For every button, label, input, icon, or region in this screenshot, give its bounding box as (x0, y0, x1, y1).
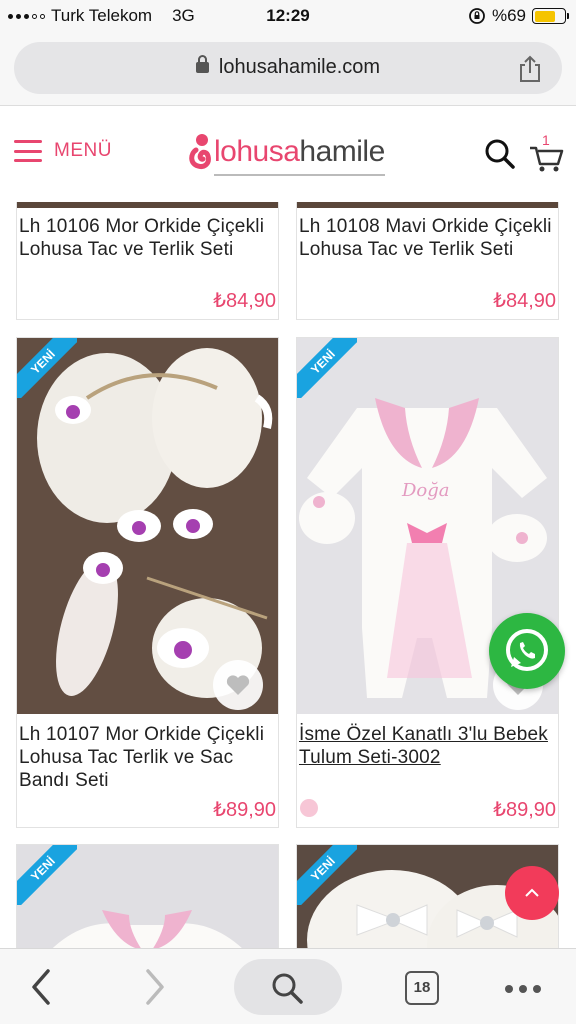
product-card[interactable]: Lh 10106 Mor Orkide Çiçekli Lohusa Tac v… (16, 202, 279, 320)
logo-mark-icon (189, 134, 211, 169)
orientation-lock-icon (469, 8, 485, 24)
browser-bottom-bar: 18 (0, 948, 576, 1024)
address-bar[interactable]: lohusahamile.com (14, 42, 562, 94)
product-image[interactable] (297, 202, 558, 208)
share-icon[interactable] (516, 54, 544, 84)
search-icon[interactable] (484, 138, 516, 170)
whatsapp-button[interactable] (489, 613, 565, 689)
product-card[interactable]: YENİ (16, 844, 279, 965)
product-price: ₺84,90 (493, 290, 556, 312)
cart-button[interactable]: 1 (528, 132, 564, 174)
product-card[interactable]: Lh 10108 Mavi Orkide Çiçekli Lohusa Tac … (296, 202, 559, 320)
product-card[interactable]: YENİ Lh 10107 Mor Orkide Çiçekli Lohusa … (16, 337, 279, 828)
color-swatch[interactable] (300, 799, 318, 817)
lock-icon (195, 55, 209, 73)
svg-text:Doğa: Doğa (401, 480, 450, 501)
favorite-button[interactable] (213, 660, 263, 710)
new-badge: YENİ (297, 338, 357, 398)
new-badge: YENİ (297, 845, 357, 905)
url-text: lohusahamile.com (218, 56, 381, 78)
browser-toolbar: lohusahamile.com (0, 32, 576, 106)
battery-icon (532, 8, 569, 24)
new-badge: YENİ (17, 845, 77, 905)
hamburger-icon (14, 140, 42, 162)
product-price: ₺89,90 (493, 799, 556, 821)
tabs-button[interactable]: 18 (405, 971, 439, 1005)
product-title[interactable]: Lh 10108 Mavi Orkide Çiçekli Lohusa Tac … (299, 215, 558, 261)
forward-icon[interactable] (142, 967, 168, 1007)
back-icon[interactable] (28, 967, 54, 1007)
product-image[interactable] (17, 202, 278, 208)
logo-underline (214, 174, 385, 176)
chevron-up-icon (525, 888, 539, 897)
product-price: ₺84,90 (213, 290, 276, 312)
whatsapp-icon (506, 629, 548, 671)
product-title[interactable]: İsme Özel Kanatlı 3'lu Bebek Tulum Seti-… (299, 723, 558, 769)
product-image[interactable]: YENİ (17, 845, 278, 965)
heart-icon (226, 675, 250, 695)
printed-name-text: Doğa (401, 480, 450, 501)
cart-count-badge: 1 (542, 132, 550, 148)
more-menu-icon[interactable] (505, 985, 541, 993)
new-badge: YENİ (17, 338, 77, 398)
product-image[interactable]: YENİ (17, 338, 278, 714)
site-logo[interactable]: lohusahamile (188, 132, 385, 176)
battery-percent: %69 (491, 6, 526, 25)
product-card[interactable]: Doğa YENİ İsme Özel Kanatlı 3'lu Bebek T… (296, 337, 559, 828)
product-title[interactable]: Lh 10107 Mor Orkide Çiçekli Lohusa Tac T… (19, 723, 278, 792)
search-icon (272, 973, 303, 1004)
product-price: ₺89,90 (213, 799, 276, 821)
product-title[interactable]: Lh 10106 Mor Orkide Çiçekli Lohusa Tac v… (19, 215, 278, 261)
menu-button[interactable]: MENÜ (14, 140, 112, 162)
site-header: MENÜ lohusahamile 1 (0, 106, 576, 202)
menu-label: MENÜ (54, 140, 112, 161)
status-bar: Turk Telekom 3G 12:29 %69 (0, 0, 576, 32)
logo-text: lohusahamile (214, 135, 385, 168)
scroll-to-top-button[interactable] (505, 866, 559, 920)
search-button[interactable] (234, 959, 342, 1015)
